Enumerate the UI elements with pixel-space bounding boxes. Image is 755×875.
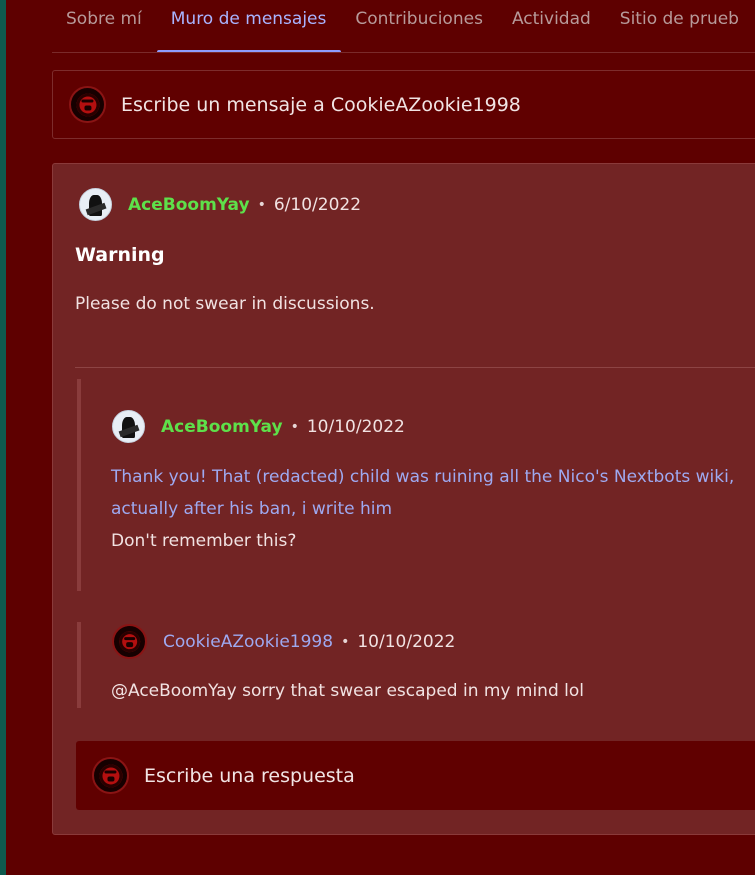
avatar [92,757,129,794]
quoted-text-line: Thank you! That (redacted) child was rui… [111,467,735,487]
avatar[interactable] [112,624,147,659]
reply-indent-bar [77,379,81,591]
tab-contribuciones[interactable]: Contribuciones [341,0,498,52]
reply-text: @AceBoomYay sorry that swear escaped in … [111,681,584,701]
tab-actividad[interactable]: Actividad [498,0,606,52]
reply-indent-bar [77,622,81,708]
reply-body: @AceBoomYay sorry that swear escaped in … [111,675,584,707]
new-message-placeholder: Escribe un mensaje a CookieAZookie1998 [121,93,521,116]
separator: • [257,196,266,213]
post-title: Warning [75,244,165,266]
post-body: Please do not swear in discussions. [75,294,375,314]
post-header: AceBoomYay • 6/10/2022 [79,188,361,221]
left-edge-strip [0,0,6,875]
post-date[interactable]: 6/10/2022 [274,195,361,215]
avatar[interactable] [112,410,145,443]
reply-header: CookieAZookie1998 • 10/10/2022 [112,624,455,659]
divider [75,367,755,368]
tab-muro-de-mensajes[interactable]: Muro de mensajes [156,0,342,52]
avatar[interactable] [79,188,112,221]
new-message-input[interactable]: Escribe un mensaje a CookieAZookie1998 [52,70,755,139]
tab-sitio-de-prueba[interactable]: Sitio de prueb [606,0,754,52]
separator: • [341,633,350,650]
reply-date[interactable]: 10/10/2022 [357,632,455,652]
reply-header: AceBoomYay • 10/10/2022 [112,410,405,443]
message-thread: AceBoomYay • 6/10/2022 Warning Please do… [52,163,755,835]
quoted-text-line: actually after his ban, i write him [111,499,393,519]
reply-placeholder: Escribe una respuesta [144,764,355,787]
author-link[interactable]: AceBoomYay [161,417,283,437]
author-link[interactable]: AceBoomYay [128,195,250,215]
author-link[interactable]: CookieAZookie1998 [163,632,333,652]
reply-body: Thank you! That (redacted) child was rui… [111,461,734,557]
reply-text: Don't remember this? [111,531,297,551]
reply-date[interactable]: 10/10/2022 [307,417,405,437]
separator: • [290,418,299,435]
avatar [69,86,106,123]
tab-sobre-mi[interactable]: Sobre mí [52,0,157,52]
reply-input[interactable]: Escribe una respuesta [76,741,755,810]
profile-tabs: Sobre mí Muro de mensajes Contribuciones… [52,0,755,53]
